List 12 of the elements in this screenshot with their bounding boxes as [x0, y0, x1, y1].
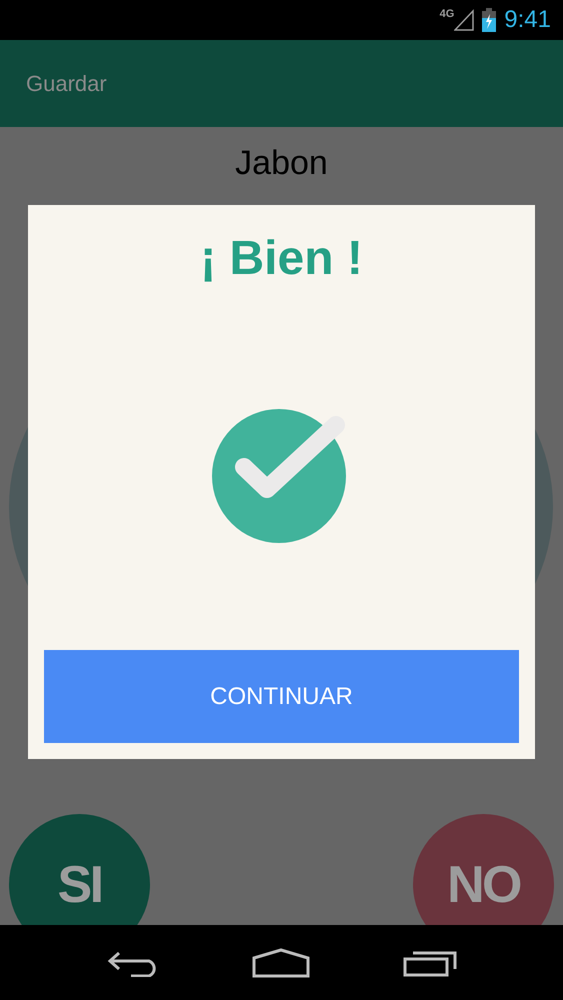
network-label: 4G: [440, 7, 454, 22]
battery-icon: [482, 8, 496, 32]
answer-button[interactable]: SI: [9, 814, 150, 925]
answer-button[interactable]: NO: [413, 814, 554, 925]
item-title: Jabon: [235, 142, 328, 184]
dialog-title: ¡ Bien !: [200, 231, 363, 287]
continue-button[interactable]: CONTINUAR: [44, 650, 519, 743]
recent-apps-icon[interactable]: [402, 948, 456, 976]
clock: 9:41: [504, 5, 551, 35]
home-icon[interactable]: [252, 948, 310, 978]
app-title: Guardar: [26, 70, 107, 98]
signal-icon: [454, 9, 474, 31]
